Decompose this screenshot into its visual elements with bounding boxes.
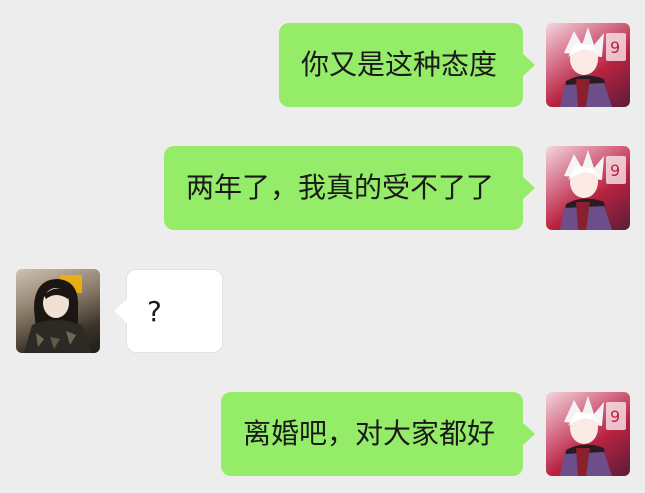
contact-avatar[interactable] <box>16 269 100 353</box>
svg-text:9: 9 <box>610 407 620 426</box>
message-bubble-sent[interactable]: 离婚吧，对大家都好 <box>221 392 535 476</box>
svg-text:9: 9 <box>610 161 620 180</box>
message-bubble-sent[interactable]: 两年了，我真的受不了了 <box>164 146 535 230</box>
my-avatar[interactable]: 9 <box>546 392 630 476</box>
anime-avatar-icon: 9 <box>560 150 626 230</box>
woman-avatar-icon <box>24 275 92 353</box>
message-bubble-sent[interactable]: 你又是这种态度 <box>279 23 535 107</box>
message-text: 两年了，我真的受不了了 <box>186 171 495 204</box>
message-text: 离婚吧，对大家都好 <box>243 417 496 450</box>
svg-text:9: 9 <box>610 38 620 57</box>
anime-avatar-icon: 9 <box>560 27 626 107</box>
message-text: ? <box>147 295 162 328</box>
message-text: 你又是这种态度 <box>301 48 498 81</box>
my-avatar[interactable]: 9 <box>546 146 630 230</box>
anime-avatar-icon: 9 <box>560 396 626 476</box>
message-bubble-received[interactable]: ? <box>114 269 223 353</box>
my-avatar[interactable]: 9 <box>546 23 630 107</box>
